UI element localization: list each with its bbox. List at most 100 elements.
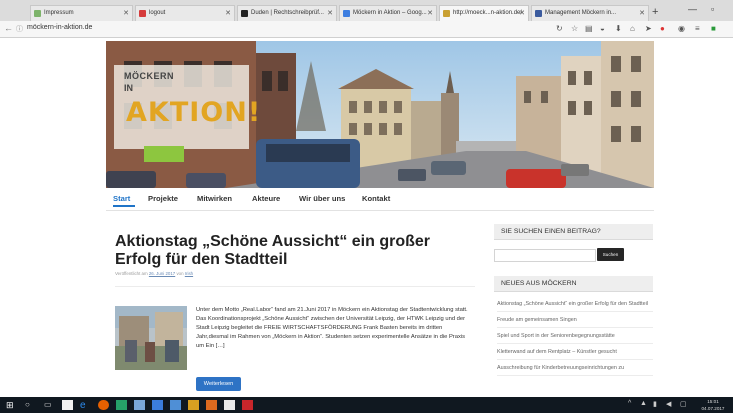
close-tab-icon[interactable]: ✕ [639, 6, 645, 21]
download-icon[interactable]: ⬇ [615, 24, 622, 33]
bookmark-star-icon[interactable]: ☆ [571, 24, 578, 33]
spreadsheet-app-icon[interactable] [116, 400, 127, 410]
edge-icon[interactable]: e [80, 400, 91, 411]
read-more-button[interactable]: Weiterlesen [196, 377, 241, 391]
tab-google[interactable]: Möckern in Aktion – Goog... ✕ [339, 5, 437, 21]
clock[interactable]: 15:01 04.07.2017 [698, 398, 728, 412]
tab-logout[interactable]: logout ✕ [135, 5, 235, 21]
extension-icon[interactable]: ■ [711, 24, 716, 33]
tab-favicon-icon [535, 10, 542, 17]
logo-line-2: IN [124, 83, 133, 93]
logo-line-1: MÖCKERN [124, 71, 174, 81]
nav-akteure[interactable]: Akteure [252, 194, 280, 203]
tab-impressum[interactable]: Impressum ✕ [30, 5, 133, 21]
file-app-icon[interactable] [62, 400, 73, 410]
news-item-2[interactable]: Freude am gemeinsamen Singen [497, 316, 653, 328]
address-bar: ← ⓘ möckern-in-aktion.de ↻ ☆ ▤ ◒ ⬇ ⌂ ➤ ●… [0, 21, 733, 38]
close-tab-icon[interactable]: ✕ [123, 6, 129, 21]
meta-date-link[interactable]: 26. Juni 2017 [149, 271, 175, 276]
news-item-4[interactable]: Kletterwand auf dem Rentplatz – Künstler… [497, 348, 653, 360]
minimize-icon[interactable]: — [688, 4, 697, 14]
close-tab-icon[interactable]: ✕ [327, 6, 333, 21]
site-logo[interactable]: MÖCKERN IN AKTION! [120, 67, 260, 151]
clock-date: 04.07.2017 [701, 406, 725, 411]
firefox-icon[interactable] [98, 400, 109, 410]
reader-icon[interactable]: ▤ [585, 24, 593, 33]
main-navigation: Start Projekte Mitwirken Akteure Wir übe… [106, 188, 654, 211]
reload-icon[interactable]: ↻ [556, 24, 563, 33]
post-excerpt: Unter dem Motto „Real.Labor“ fand am 21.… [196, 307, 468, 349]
nav-projekte[interactable]: Projekte [148, 194, 178, 203]
tab-label: Möckern in Aktion – Goog... [353, 10, 427, 16]
tab-management[interactable]: Management Möckern in... ✕ [531, 5, 649, 21]
explorer-icon[interactable] [188, 400, 199, 410]
send-icon[interactable]: ➤ [645, 24, 652, 33]
news-item-3[interactable]: Spiel und Sport in der Seniorenbegegnung… [497, 332, 653, 344]
news-list: Aktionstag „Schöne Aussicht“ ein großer … [497, 300, 653, 380]
battery-icon[interactable]: ▮ [653, 400, 657, 408]
maximize-icon[interactable]: ▫ [711, 4, 714, 14]
search-input[interactable] [494, 249, 596, 262]
close-tab-icon[interactable]: ✕ [427, 6, 433, 21]
task-view-icon[interactable]: ▭ [44, 400, 55, 410]
news-item-5[interactable]: Ausschreibung für Kinderbetreuungseinric… [497, 364, 653, 376]
addon-adblock-icon[interactable]: ● [660, 24, 665, 33]
tab-favicon-icon [34, 10, 41, 17]
url-field[interactable]: möckern-in-aktion.de [27, 24, 92, 31]
browser-tab-bar: Impressum ✕ logout ✕ Duden | Rechtschrei… [0, 0, 733, 21]
news-item-1[interactable]: Aktionstag „Schöne Aussicht“ ein großer … [497, 300, 653, 312]
tray-chevron-icon[interactable]: ^ [628, 400, 631, 407]
windows-taskbar: ⊞ ○ ▭ e ^ ▲ ▮ ◀ ▢ 15:01 04.07.2017 [0, 397, 733, 413]
pocket-icon[interactable]: ◒ [600, 24, 605, 33]
new-tab-icon[interactable]: + [652, 6, 658, 18]
menu-icon[interactable]: ≡ [695, 24, 700, 33]
search-icon[interactable]: ○ [25, 400, 36, 410]
tab-favicon-icon [443, 10, 450, 17]
network-icon[interactable]: ▲ [640, 400, 647, 407]
active-nav-indicator [113, 205, 135, 207]
tab-favicon-icon [139, 10, 146, 17]
pdf-app-icon[interactable] [242, 400, 253, 410]
powerpoint-icon[interactable] [206, 400, 217, 410]
divider [115, 286, 475, 287]
folder-app-icon[interactable] [170, 400, 181, 410]
meta-author-link[interactable]: Irish [185, 271, 193, 276]
tab-label: logout [149, 10, 166, 16]
tab-label: Duden | Rechtschreibprüf... [251, 10, 324, 16]
app-icon[interactable] [134, 400, 145, 410]
home-icon[interactable]: ⌂ [630, 24, 635, 33]
tab-label: Impressum [44, 10, 74, 16]
nav-wir-ueber-uns[interactable]: Wir über uns [299, 194, 345, 203]
start-windows-icon[interactable]: ⊞ [6, 400, 17, 410]
tab-favicon-icon [343, 10, 350, 17]
logo-word: AKTION! [126, 97, 262, 128]
nav-start[interactable]: Start [113, 194, 130, 203]
tab-label: http://moeck...n-aktion.de/ [453, 10, 523, 16]
document-app-icon[interactable] [224, 400, 235, 410]
header-photo: MÖCKERN IN AKTION! [106, 41, 654, 188]
nav-kontakt[interactable]: Kontakt [362, 194, 390, 203]
tab-moeckern-active[interactable]: http://moeck...n-aktion.de/ ✕ [439, 5, 529, 21]
tab-duden[interactable]: Duden | Rechtschreibprüf... ✕ [237, 5, 337, 21]
close-tab-icon[interactable]: ✕ [519, 6, 525, 21]
volume-icon[interactable]: ◀ [666, 400, 671, 408]
site-info-icon[interactable]: ⓘ [16, 24, 23, 34]
word-app-icon[interactable] [152, 400, 163, 410]
notifications-icon[interactable]: ▢ [680, 400, 687, 408]
post-thumbnail[interactable] [115, 306, 187, 370]
clock-time: 15:01 [707, 399, 719, 404]
search-widget-title: SIE SUCHEN EINEN BEITRAG? [494, 224, 653, 240]
nav-mitwirken[interactable]: Mitwirken [197, 194, 232, 203]
post-thumbnail-image [115, 306, 187, 370]
tab-label: Management Möckern in... [545, 10, 617, 16]
close-tab-icon[interactable]: ✕ [225, 6, 231, 21]
meta-prefix: Veröffentlicht am [115, 271, 148, 276]
tab-favicon-icon [241, 10, 248, 17]
search-button[interactable]: Suchen [597, 248, 624, 261]
sync-icon[interactable]: ◉ [678, 24, 685, 33]
news-widget-title: NEUES AUS MÖCKERN [494, 276, 653, 292]
post-meta: Veröffentlicht am 26. Juni 2017 von Iris… [115, 271, 193, 276]
meta-by: von [176, 271, 184, 276]
back-arrow-icon[interactable]: ← [4, 23, 13, 33]
post-title[interactable]: Aktionstag „Schöne Aussicht“ ein großer … [115, 233, 455, 269]
